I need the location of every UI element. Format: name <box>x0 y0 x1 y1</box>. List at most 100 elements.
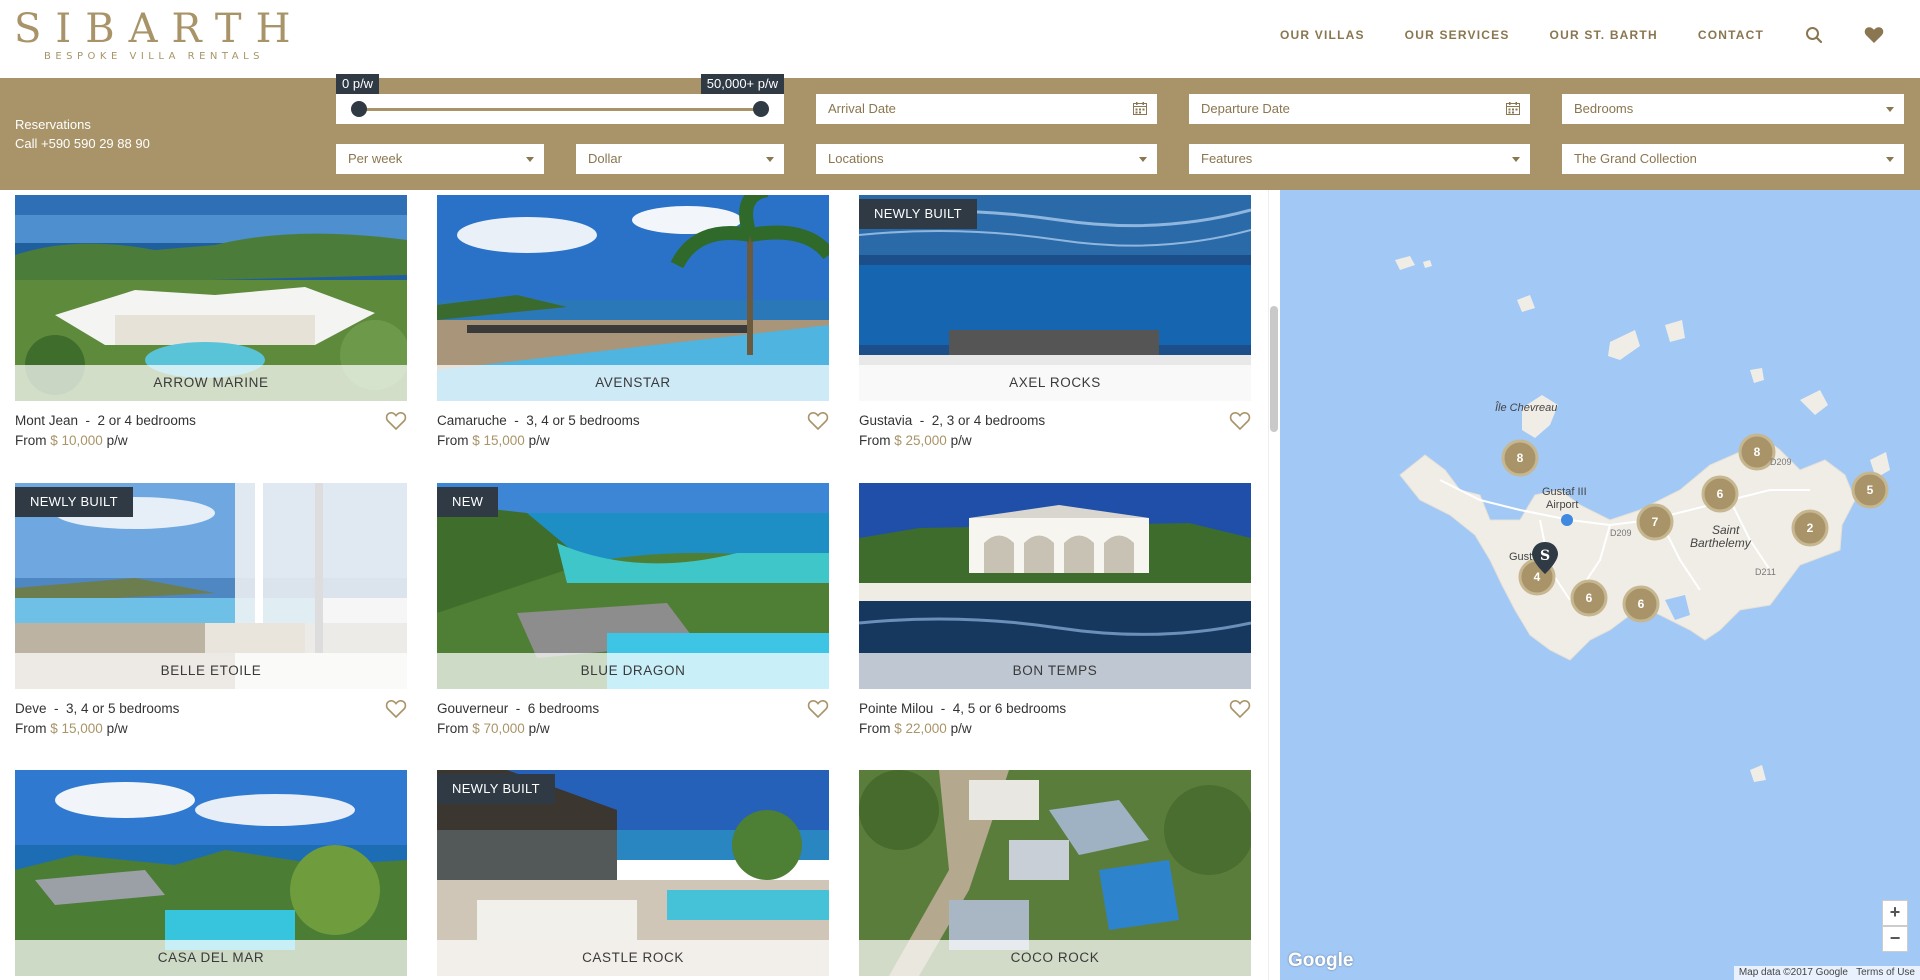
logo[interactable]: SIBARTH BESPOKE VILLA RENTALS <box>14 8 290 62</box>
map-panel[interactable]: 8 8 6 7 2 5 4 6 6 S Île Chevreau Gustaf … <box>1280 190 1920 980</box>
villa-photo[interactable]: NEWLY BUILT CASTLE ROCK <box>437 770 829 976</box>
price-range-slider[interactable]: 0 p/w 50,000+ p/w <box>336 74 784 124</box>
villa-bedrooms: 3, 4 or 5 bedrooms <box>526 413 640 428</box>
heart-icon[interactable] <box>807 699 829 719</box>
currency-select[interactable]: Dollar <box>576 144 784 174</box>
chevron-down-icon <box>766 157 774 162</box>
map-cluster-count: 7 <box>1652 515 1659 529</box>
villa-card[interactable]: NEW BLUE DRAGON Gouverneur - 6 bedrooms … <box>437 483 829 739</box>
nav-our-services[interactable]: OUR SERVICES <box>1405 28 1510 42</box>
arrival-date-placeholder: Arrival Date <box>828 101 896 116</box>
villa-details: Gustavia - 2, 3 or 4 bedrooms <box>859 413 1046 428</box>
map-label-road: D209 <box>1770 457 1792 467</box>
villa-price: From $ 70,000 p/w <box>437 719 829 739</box>
features-select[interactable]: Features <box>1189 144 1530 174</box>
map-canvas[interactable]: 8 8 6 7 2 5 4 6 6 S Île Chevreau Gustaf … <box>1280 190 1920 980</box>
villa-price: From $ 15,000 p/w <box>437 431 829 451</box>
main-nav: OUR VILLAS OUR SERVICES OUR ST. BARTH CO… <box>1280 0 1920 70</box>
nav-our-villas[interactable]: OUR VILLAS <box>1280 28 1365 42</box>
map-label-gust: Gust <box>1509 551 1532 563</box>
villa-details: Pointe Milou - 4, 5 or 6 bedrooms <box>859 701 1067 716</box>
map-cluster-count: 5 <box>1867 483 1874 497</box>
nav-our-st-barth[interactable]: OUR ST. BARTH <box>1550 28 1658 42</box>
villa-photo[interactable]: COCO ROCK <box>859 770 1251 976</box>
map-terms-link[interactable]: Terms of Use <box>1856 967 1915 978</box>
villa-price-suffix: p/w <box>950 721 972 736</box>
locations-select-value: Locations <box>828 151 884 166</box>
villa-price: From $ 15,000 p/w <box>15 719 407 739</box>
arrival-date-field[interactable]: Arrival Date <box>816 94 1157 124</box>
zoom-in-button[interactable]: + <box>1882 900 1908 926</box>
islet-shape <box>1750 368 1764 383</box>
villa-card[interactable]: NEWLY BUILT CASTLE ROCK <box>437 770 829 976</box>
villa-card[interactable]: ARROW MARINE Mont Jean - 2 or 4 bedrooms… <box>15 195 407 451</box>
islet-shape <box>1750 765 1766 782</box>
villa-price-amount: $ 22,000 <box>894 721 947 736</box>
map-label-airport: Airport <box>1546 499 1578 511</box>
map-label-ile-chevreau: Île Chevreau <box>1495 401 1557 414</box>
map-cluster-count: 6 <box>1638 597 1645 611</box>
nav-contact[interactable]: CONTACT <box>1698 28 1764 42</box>
map-cluster-count: 8 <box>1754 445 1761 459</box>
villa-bedrooms: 2, 3 or 4 bedrooms <box>931 413 1046 428</box>
locations-select[interactable]: Locations <box>816 144 1157 174</box>
departure-date-placeholder: Departure Date <box>1201 101 1290 116</box>
villa-photo[interactable]: AVENSTAR <box>437 195 829 401</box>
reservations-info: Reservations Call +590 590 29 88 90 <box>15 115 150 153</box>
heart-icon[interactable] <box>1864 25 1884 45</box>
features-select-value: Features <box>1201 151 1253 166</box>
slider-min-handle[interactable] <box>351 101 367 117</box>
villa-photo[interactable]: BON TEMPS <box>859 483 1251 689</box>
heart-icon[interactable] <box>807 411 829 431</box>
scrollbar-thumb[interactable] <box>1270 306 1278 432</box>
slider-max-handle[interactable] <box>753 101 769 117</box>
villa-photo[interactable]: NEWLY BUILT BELLE ETOILE <box>15 483 407 689</box>
villa-listings: ARROW MARINE Mont Jean - 2 or 4 bedrooms… <box>0 190 1268 980</box>
villa-photo[interactable]: ARROW MARINE <box>15 195 407 401</box>
villa-photo[interactable]: CASA DEL MAR <box>15 770 407 976</box>
heart-icon[interactable] <box>1229 699 1251 719</box>
map-label-road: D211 <box>1755 567 1776 577</box>
departure-date-field[interactable]: Departure Date <box>1189 94 1530 124</box>
heart-icon[interactable] <box>1229 411 1251 431</box>
villa-card[interactable]: AVENSTAR Camaruche - 3, 4 or 5 bedrooms … <box>437 195 829 451</box>
villa-name: AVENSTAR <box>437 365 829 401</box>
islet-shape <box>1800 390 1828 415</box>
villa-card[interactable]: BON TEMPS Pointe Milou - 4, 5 or 6 bedro… <box>859 483 1251 739</box>
villa-card[interactable]: CASA DEL MAR <box>15 770 407 976</box>
google-logo[interactable]: Google <box>1288 950 1353 972</box>
villa-price-prefix: From <box>859 433 891 448</box>
villa-bedrooms: 4, 5 or 6 bedrooms <box>952 701 1067 716</box>
islet-shape <box>1665 320 1685 342</box>
search-icon[interactable] <box>1804 25 1824 45</box>
villa-photo[interactable]: NEWLY BUILT AXEL ROCKS <box>859 195 1251 401</box>
villa-info: Gouverneur - 6 bedrooms From $ 70,000 p/… <box>437 699 829 739</box>
bedrooms-select[interactable]: Bedrooms <box>1562 94 1904 124</box>
villa-price-prefix: From <box>437 721 469 736</box>
reservations-phone[interactable]: Call +590 590 29 88 90 <box>15 134 150 153</box>
villa-details: Deve - 3, 4 or 5 bedrooms <box>15 701 180 716</box>
saint-barthelemy-island <box>1399 434 1856 661</box>
slider-track <box>358 108 762 111</box>
marker-letter: S <box>1540 548 1550 564</box>
collection-select[interactable]: The Grand Collection <box>1562 144 1904 174</box>
period-select[interactable]: Per week <box>336 144 544 174</box>
heart-icon[interactable] <box>385 411 407 431</box>
villa-location: Gustavia <box>859 413 913 428</box>
villa-card[interactable]: NEWLY BUILT AXEL ROCKS Gustavia - 2, 3 o… <box>859 195 1251 451</box>
villa-card[interactable]: COCO ROCK <box>859 770 1251 976</box>
villa-photo[interactable]: NEW BLUE DRAGON <box>437 483 829 689</box>
price-max-label: 50,000+ p/w <box>700 74 784 94</box>
heart-icon[interactable] <box>385 699 407 719</box>
calendar-icon <box>1133 102 1147 115</box>
zoom-out-button[interactable]: − <box>1882 926 1908 952</box>
map-cluster-count: 8 <box>1517 451 1524 465</box>
villa-price-amount: $ 10,000 <box>50 433 103 448</box>
villa-location: Camaruche <box>437 413 507 428</box>
price-min-label: 0 p/w <box>336 74 380 94</box>
villa-badge: NEWLY BUILT <box>437 774 555 804</box>
villa-name: BLUE DRAGON <box>437 653 829 689</box>
villa-price-amount: $ 70,000 <box>472 721 525 736</box>
map-cluster-count: 4 <box>1534 570 1541 584</box>
villa-card[interactable]: NEWLY BUILT BELLE ETOILE Deve - 3, 4 or … <box>15 483 407 739</box>
